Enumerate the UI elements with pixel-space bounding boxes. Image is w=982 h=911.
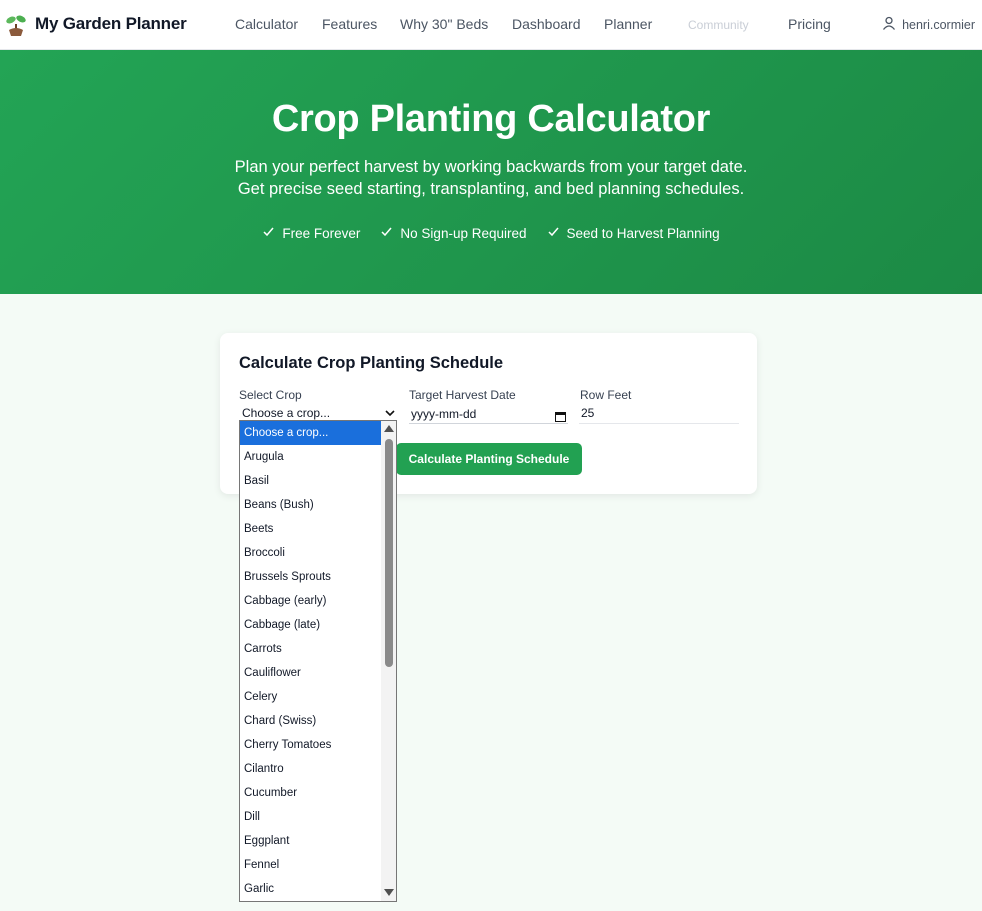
hero-banner: Crop Planting Calculator Plan your perfe… [0,50,982,294]
hero-features: Free Forever No Sign-up Required Seed to… [0,225,982,241]
dropdown-option[interactable]: Beets [240,517,382,541]
crop-label: Select Crop [239,388,302,402]
nav-link-calculator[interactable]: Calculator [235,16,298,32]
dropdown-option[interactable]: Broccoli [240,541,382,565]
dropdown-option[interactable]: Cabbage (late) [240,613,382,637]
feature-label: Seed to Harvest Planning [566,225,720,241]
dropdown-option[interactable]: Cucumber [240,781,382,805]
feature-seed-to-harvest: Seed to Harvest Planning [547,225,720,241]
feature-free: Free Forever [262,225,360,241]
username: henri.cormier [902,17,975,32]
nav-link-dashboard[interactable]: Dashboard [512,16,581,32]
row-feet-label: Row Feet [580,388,632,402]
dropdown-option[interactable]: Basil [240,469,382,493]
dropdown-option[interactable]: Arugula [240,445,382,469]
date-placeholder: yyyy-mm-dd [411,407,477,421]
crop-dropdown-list[interactable]: Choose a crop... Arugula Basil Beans (Bu… [239,420,397,902]
dropdown-option[interactable]: Chard (Swiss) [240,709,382,733]
scroll-down-arrow-icon[interactable] [384,889,394,896]
date-label: Target Harvest Date [409,388,516,402]
dropdown-option[interactable]: Beans (Bush) [240,493,382,517]
scrollbar-thumb[interactable] [385,439,393,667]
hero-subtitle-line-1: Plan your perfect harvest by working bac… [234,158,748,176]
dropdown-option[interactable]: Fennel [240,853,382,877]
harvest-date-input[interactable]: yyyy-mm-dd [409,404,568,424]
dropdown-option[interactable]: Cherry Tomatoes [240,733,382,757]
dropdown-option[interactable]: Choose a crop... [240,421,382,445]
dropdown-option[interactable]: Garlic [240,877,382,901]
dropdown-option[interactable]: Cauliflower [240,661,382,685]
hero-subtitle: Plan your perfect harvest by working bac… [0,156,982,200]
card-title: Calculate Crop Planting Schedule [239,354,504,372]
user-icon [882,16,896,33]
brand-name: My Garden Planner [35,14,187,33]
nav-link-features[interactable]: Features [322,16,377,32]
dropdown-option[interactable]: Cabbage (early) [240,589,382,613]
brand-logo[interactable]: My Garden Planner [6,12,187,36]
feature-label: Free Forever [282,225,361,241]
user-menu[interactable]: henri.cormier [882,16,975,33]
feature-label: No Sign-up Required [400,225,527,241]
dropdown-option[interactable]: Celery [240,685,382,709]
calculate-button[interactable]: Calculate Planting Schedule [396,443,582,475]
nav-link-pricing[interactable]: Pricing [788,16,831,32]
hero-title: Crop Planting Calculator [271,98,711,140]
feature-no-signup: No Sign-up Required [380,225,527,241]
nav-link-why-beds[interactable]: Why 30" Beds [400,16,488,32]
row-feet-input[interactable]: 25 [579,404,739,424]
scroll-up-arrow-icon[interactable] [384,425,394,432]
hero-subtitle-line-2: Get precise seed starting, transplanting… [237,180,745,198]
calendar-icon[interactable] [555,408,566,428]
nav-link-planner[interactable]: Planner [604,16,652,32]
top-nav: My Garden Planner Calculator Features Wh… [0,0,982,50]
crop-select-value: Choose a crop... [242,406,331,420]
dropdown-option[interactable]: Brussels Sprouts [240,565,382,589]
check-icon [262,225,275,241]
seedling-icon [6,12,26,36]
check-icon [547,225,560,241]
dropdown-option[interactable]: Dill [240,805,382,829]
dropdown-scrollbar[interactable] [381,421,396,901]
check-icon [380,225,393,241]
dropdown-option[interactable]: Cilantro [240,757,382,781]
nav-link-community[interactable]: Community [688,18,749,32]
dropdown-option[interactable]: Carrots [240,637,382,661]
dropdown-option[interactable]: Eggplant [240,829,382,853]
